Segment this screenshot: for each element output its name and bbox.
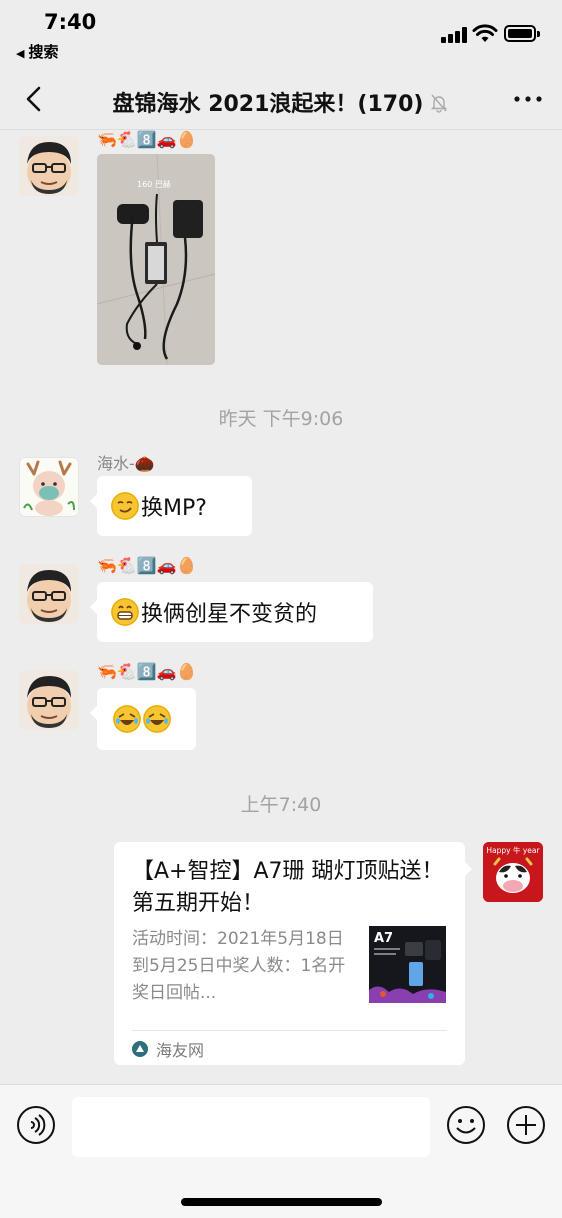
link-card-description: 活动时间：2021年5月18日到5月25日中奖人数：1名开奖日回帖... (132, 929, 346, 1003)
wifi-icon (472, 24, 498, 42)
home-indicator[interactable] (181, 1198, 382, 1206)
chat-nav-bar: 盘锦海水 2021浪起来！(170) (0, 70, 562, 130)
sender-nickname: 🦐🐔8️⃣🚗🥚 (97, 130, 197, 149)
link-card-thumbnail: A7 (369, 926, 446, 1003)
link-card-source[interactable]: 海友网 (132, 1038, 204, 1060)
link-card-divider (132, 1030, 447, 1031)
chubby-avatar-icon (19, 564, 79, 624)
chat-title-text: 盘锦海水 2021浪起来！(170) (112, 92, 424, 117)
plus-icon[interactable] (506, 1105, 546, 1145)
status-time: 7:40 (44, 10, 97, 34)
source-logo-icon (132, 1041, 148, 1057)
avatar-caption: Happy 牛 year (486, 845, 540, 855)
avatar[interactable] (19, 670, 79, 730)
back-to-search-link[interactable]: ◀ 搜索 (16, 41, 58, 62)
link-card-title: 【A+智控】A7珊 瑚灯顶贴送！第五期开始！ (132, 859, 444, 916)
link-card-source-name: 海友网 (156, 1041, 205, 1060)
thumbnail-caption: A7 (374, 931, 393, 946)
sender-nickname: 🦐🐔8️⃣🚗🥚 (97, 662, 197, 681)
avatar[interactable] (19, 457, 79, 517)
chat-title[interactable]: 盘锦海水 2021浪起来！(170) (0, 86, 562, 118)
photo-caption: 160 巴赫 (137, 180, 171, 189)
message-input[interactable] (72, 1097, 430, 1157)
text-message-bubble[interactable]: 换俩创星不变贫的 (90, 582, 373, 642)
message-text: 换MP? (141, 496, 207, 521)
rofl-emoji-icon (113, 705, 141, 733)
smirk-emoji-icon (111, 492, 139, 520)
message-text: 换俩创星不变贫的 (141, 602, 318, 627)
sender-nickname: 海水-🌰 (97, 454, 155, 473)
deer-avatar-icon (20, 458, 78, 516)
link-card[interactable]: 【A+智控】A7珊 瑚灯顶贴送！第五期开始！ 活动时间：2021年5月18日到5… (114, 842, 472, 1065)
time-divider: 昨天 下午9:06 (218, 408, 344, 430)
avatar[interactable]: Happy 牛 year (483, 842, 543, 902)
coral-light-thumbnail-image: A7 (369, 926, 446, 1003)
more-dots-icon[interactable] (512, 88, 544, 110)
chubby-avatar-icon (19, 670, 79, 730)
emoji-icon[interactable] (446, 1105, 486, 1145)
chat-photo[interactable]: 160 巴赫 (97, 154, 215, 365)
cellular-signal-icon (441, 27, 467, 43)
back-to-search-label: 搜索 (28, 43, 59, 61)
avatar[interactable] (19, 564, 79, 624)
status-bar: 7:40 ◀ 搜索 (0, 0, 562, 70)
back-triangle-icon: ◀ (16, 47, 25, 60)
text-message-bubble[interactable]: 换MP? (90, 476, 252, 536)
chubby-avatar-icon (19, 136, 79, 196)
avatar[interactable] (19, 136, 79, 196)
sender-nickname: 🦐🐔8️⃣🚗🥚 (97, 556, 197, 575)
grin-emoji-icon (111, 598, 139, 626)
happy-niu-year-avatar-icon: Happy 牛 year (483, 842, 543, 902)
time-divider: 上午7:40 (240, 794, 322, 816)
emoji-message-bubble[interactable] (90, 688, 196, 750)
voice-icon[interactable] (16, 1105, 56, 1145)
rofl-emoji-icon (143, 705, 171, 733)
cables-photo-image: 160 巴赫 (97, 154, 215, 365)
battery-icon (504, 25, 540, 42)
bell-off-icon (431, 94, 448, 113)
